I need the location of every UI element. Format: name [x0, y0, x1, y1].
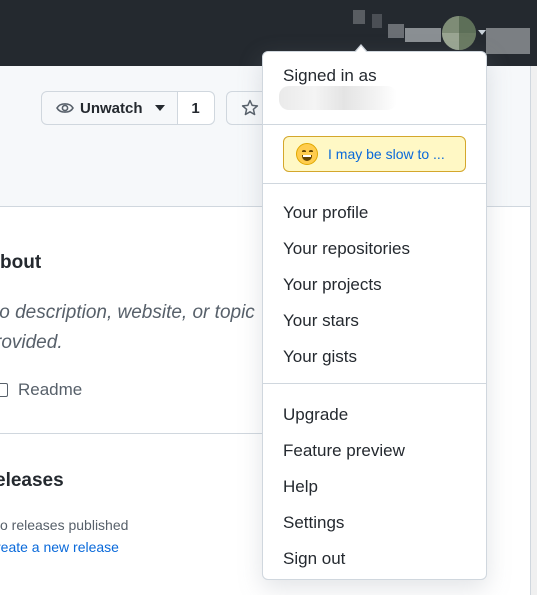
- eye-icon: [56, 103, 74, 113]
- dropdown-arrow-fill: [355, 46, 367, 53]
- user-avatar[interactable]: [442, 16, 476, 50]
- menu-item-settings[interactable]: Settings: [283, 513, 344, 533]
- menu-divider: [263, 124, 486, 125]
- redacted-region: [353, 10, 365, 24]
- menu-item-help[interactable]: Help: [283, 477, 318, 497]
- menu-item-your-profile[interactable]: Your profile: [283, 203, 368, 223]
- status-text: I may be slow to ...: [328, 146, 445, 162]
- signed-in-label: Signed in as: [283, 66, 377, 85]
- redacted-region: [372, 14, 382, 28]
- username-redacted: [279, 86, 397, 110]
- create-release-link[interactable]: reate a new release: [0, 539, 119, 555]
- about-description: lo description, website, or topic rovide…: [0, 302, 255, 353]
- menu-item-your-gists[interactable]: Your gists: [283, 347, 357, 367]
- section-divider: [0, 433, 262, 434]
- watchers-count[interactable]: 1: [177, 92, 214, 124]
- menu-item-your-projects[interactable]: Your projects: [283, 275, 382, 295]
- menu-item-upgrade[interactable]: Upgrade: [283, 405, 348, 425]
- menu-divider: [263, 183, 486, 184]
- set-status-button[interactable]: I may be slow to ...: [283, 136, 466, 172]
- unwatch-label: Unwatch: [80, 99, 143, 117]
- page-scrollbar[interactable]: [530, 66, 537, 595]
- star-icon: [241, 99, 259, 116]
- grinning-face-icon: [296, 143, 318, 165]
- avatar-caret-icon[interactable]: [478, 30, 486, 35]
- menu-item-feature-preview[interactable]: Feature preview: [283, 441, 405, 461]
- user-dropdown-menu: Signed in as I may be slow to ... Your p…: [262, 51, 487, 580]
- readme-link[interactable]: Readme: [0, 380, 82, 400]
- about-title: bout: [0, 252, 42, 273]
- readme-label: Readme: [18, 380, 83, 399]
- menu-divider: [263, 383, 486, 384]
- releases-title: eleases: [0, 470, 64, 491]
- redacted-region: [486, 28, 530, 54]
- book-icon: [0, 383, 8, 397]
- redacted-region: [388, 24, 404, 38]
- menu-item-sign-out[interactable]: Sign out: [283, 549, 345, 569]
- redacted-region: [405, 28, 441, 42]
- watch-button-group: Unwatch 1: [41, 91, 215, 125]
- menu-item-your-repositories[interactable]: Your repositories: [283, 239, 410, 259]
- chevron-down-icon: [154, 105, 165, 111]
- menu-item-your-stars[interactable]: Your stars: [283, 311, 359, 331]
- unwatch-button[interactable]: Unwatch: [42, 92, 178, 124]
- no-releases-text: o releases published: [0, 517, 129, 533]
